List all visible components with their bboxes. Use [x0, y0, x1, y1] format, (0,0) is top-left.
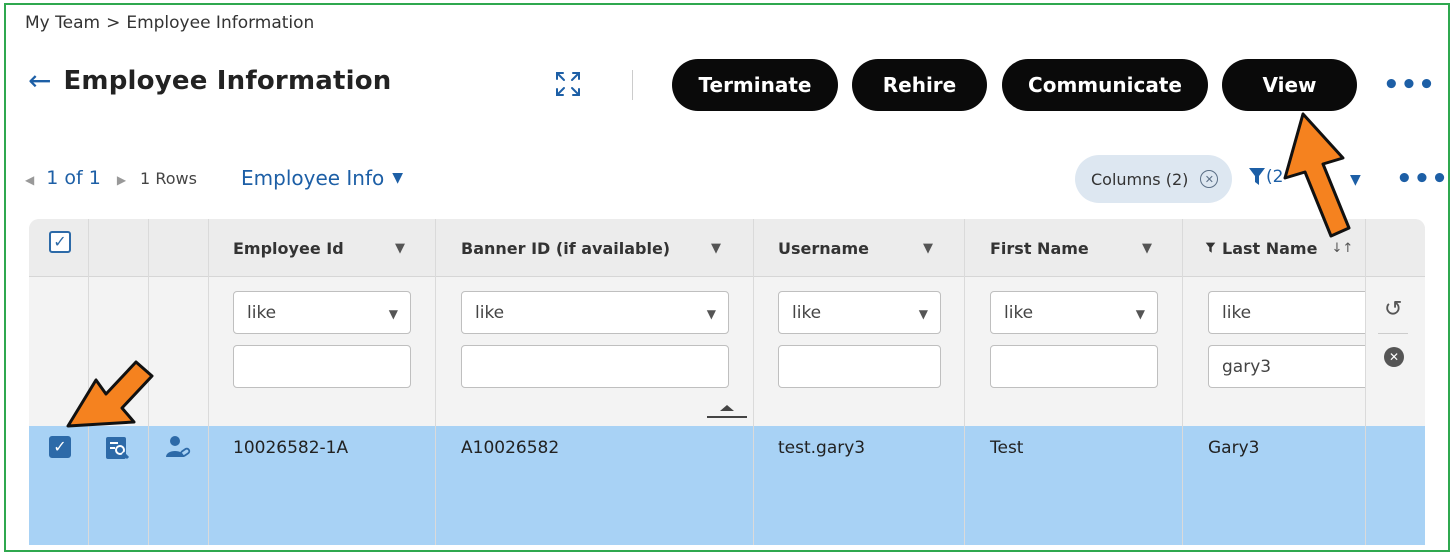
chevron-down-icon: ▼ — [392, 170, 404, 186]
toolbar-divider — [632, 70, 633, 100]
cell-first-name: Test — [990, 438, 1024, 458]
filter-operator-select[interactable]: like — [1208, 291, 1378, 334]
column-divider — [753, 219, 754, 545]
toolbar-more-menu[interactable]: ••• — [1396, 166, 1449, 192]
collapse-filters-icon[interactable] — [705, 402, 749, 420]
filter-value-input[interactable] — [461, 345, 729, 388]
clear-filters-icon[interactable]: ✕ — [1384, 347, 1404, 367]
chevron-down-icon[interactable]: ▼ — [711, 241, 721, 256]
annotation-arrow-to-checkbox — [66, 360, 154, 428]
cell-banner-id: A10026582 — [461, 438, 560, 458]
terminate-button[interactable]: Terminate — [672, 59, 838, 111]
user-link-icon[interactable] — [164, 433, 192, 461]
annotation-arrow-to-view — [1283, 112, 1351, 238]
filter-operator-select[interactable]: like ▼ — [233, 291, 411, 334]
header-more-menu[interactable]: ••• — [1383, 72, 1436, 98]
filter-value-input[interactable] — [778, 345, 941, 388]
view-button[interactable]: View — [1222, 59, 1357, 111]
column-header-first-name[interactable]: First Name ▼ — [990, 219, 1165, 277]
column-divider — [435, 219, 436, 545]
view-selector[interactable]: Employee Info ▼ — [241, 166, 403, 190]
cell-username: test.gary3 — [778, 438, 866, 458]
column-header-label: Username — [778, 238, 869, 258]
next-page-icon[interactable]: ▶ — [117, 173, 126, 187]
pager: ◀ 1 of 1 ▶ 1 Rows — [25, 167, 197, 189]
filter-operator-select[interactable]: like ▼ — [778, 291, 941, 334]
filter-operator-value: like — [1004, 302, 1034, 323]
chevron-down-icon[interactable]: ▼ — [1142, 241, 1152, 256]
chevron-down-icon: ▼ — [1135, 307, 1145, 321]
reset-filters-icon[interactable]: ↺ — [1384, 297, 1402, 322]
column-divider — [964, 219, 965, 545]
column-header-username[interactable]: Username ▼ — [778, 219, 948, 277]
columns-chip[interactable]: Columns (2) ✕ — [1075, 155, 1232, 203]
chevron-down-icon: ▼ — [706, 307, 716, 321]
breadcrumb-current: Employee Information — [126, 13, 315, 33]
filter-operator-value: like — [475, 302, 505, 323]
actions-divider — [1378, 333, 1408, 334]
employee-grid: ✓ Employee Id ▼ Banner ID (if available)… — [29, 219, 1425, 545]
filter-actions-panel: ↺ ✕ — [1365, 277, 1425, 426]
column-header-label: Employee Id — [233, 238, 344, 258]
breadcrumb-parent[interactable]: My Team — [25, 13, 100, 33]
column-header-label: First Name — [990, 238, 1089, 258]
breadcrumb: My Team > Employee Information — [25, 13, 314, 33]
expand-icon[interactable] — [554, 70, 582, 98]
chevron-down-icon: ▼ — [918, 307, 928, 321]
page-title: Employee Information — [63, 66, 392, 96]
row-count: 1 Rows — [140, 169, 197, 188]
filter-operator-select[interactable]: like ▼ — [461, 291, 729, 334]
view-selector-label: Employee Info — [241, 166, 385, 190]
column-header-banner-id[interactable]: Banner ID (if available) ▼ — [461, 219, 741, 277]
filter-value-input[interactable]: gary3 — [1208, 345, 1378, 388]
chevron-down-icon[interactable]: ▼ — [923, 241, 933, 256]
chevron-down-icon[interactable]: ▼ — [395, 241, 405, 256]
communicate-button[interactable]: Communicate — [1002, 59, 1208, 111]
filter-operator-value: like — [1222, 302, 1252, 323]
clear-columns-icon[interactable]: ✕ — [1200, 170, 1219, 188]
filter-operator-value: like — [247, 302, 277, 323]
filter-icon — [1249, 168, 1265, 185]
filter-value-input[interactable] — [233, 345, 411, 388]
back-arrow-icon[interactable]: ← — [28, 67, 51, 95]
filter-operator-select[interactable]: like ▼ — [990, 291, 1158, 334]
column-header-label: Banner ID (if available) — [461, 238, 671, 258]
select-all-checkbox[interactable]: ✓ — [49, 231, 71, 253]
page-indicator: 1 of 1 — [46, 167, 101, 189]
sort-icon[interactable]: ↓↑ — [1331, 241, 1353, 256]
breadcrumb-separator: > — [106, 13, 121, 33]
chevron-down-icon: ▼ — [388, 307, 398, 321]
filter-icon — [1205, 242, 1216, 253]
column-divider — [208, 219, 209, 545]
filter-operator-value: like — [792, 302, 822, 323]
column-header-employee-id[interactable]: Employee Id ▼ — [233, 219, 413, 277]
columns-chip-label: Columns (2) — [1091, 169, 1189, 189]
cell-employee-id: 10026582-1A — [233, 438, 349, 458]
prev-page-icon[interactable]: ◀ — [25, 173, 34, 187]
cell-last-name: Gary3 — [1208, 438, 1260, 458]
title-row: ← Employee Information — [28, 66, 392, 96]
rehire-button[interactable]: Rehire — [852, 59, 987, 111]
row-actions-cell — [1365, 426, 1425, 545]
filter-value-input[interactable] — [990, 345, 1158, 388]
column-divider — [1182, 219, 1183, 545]
